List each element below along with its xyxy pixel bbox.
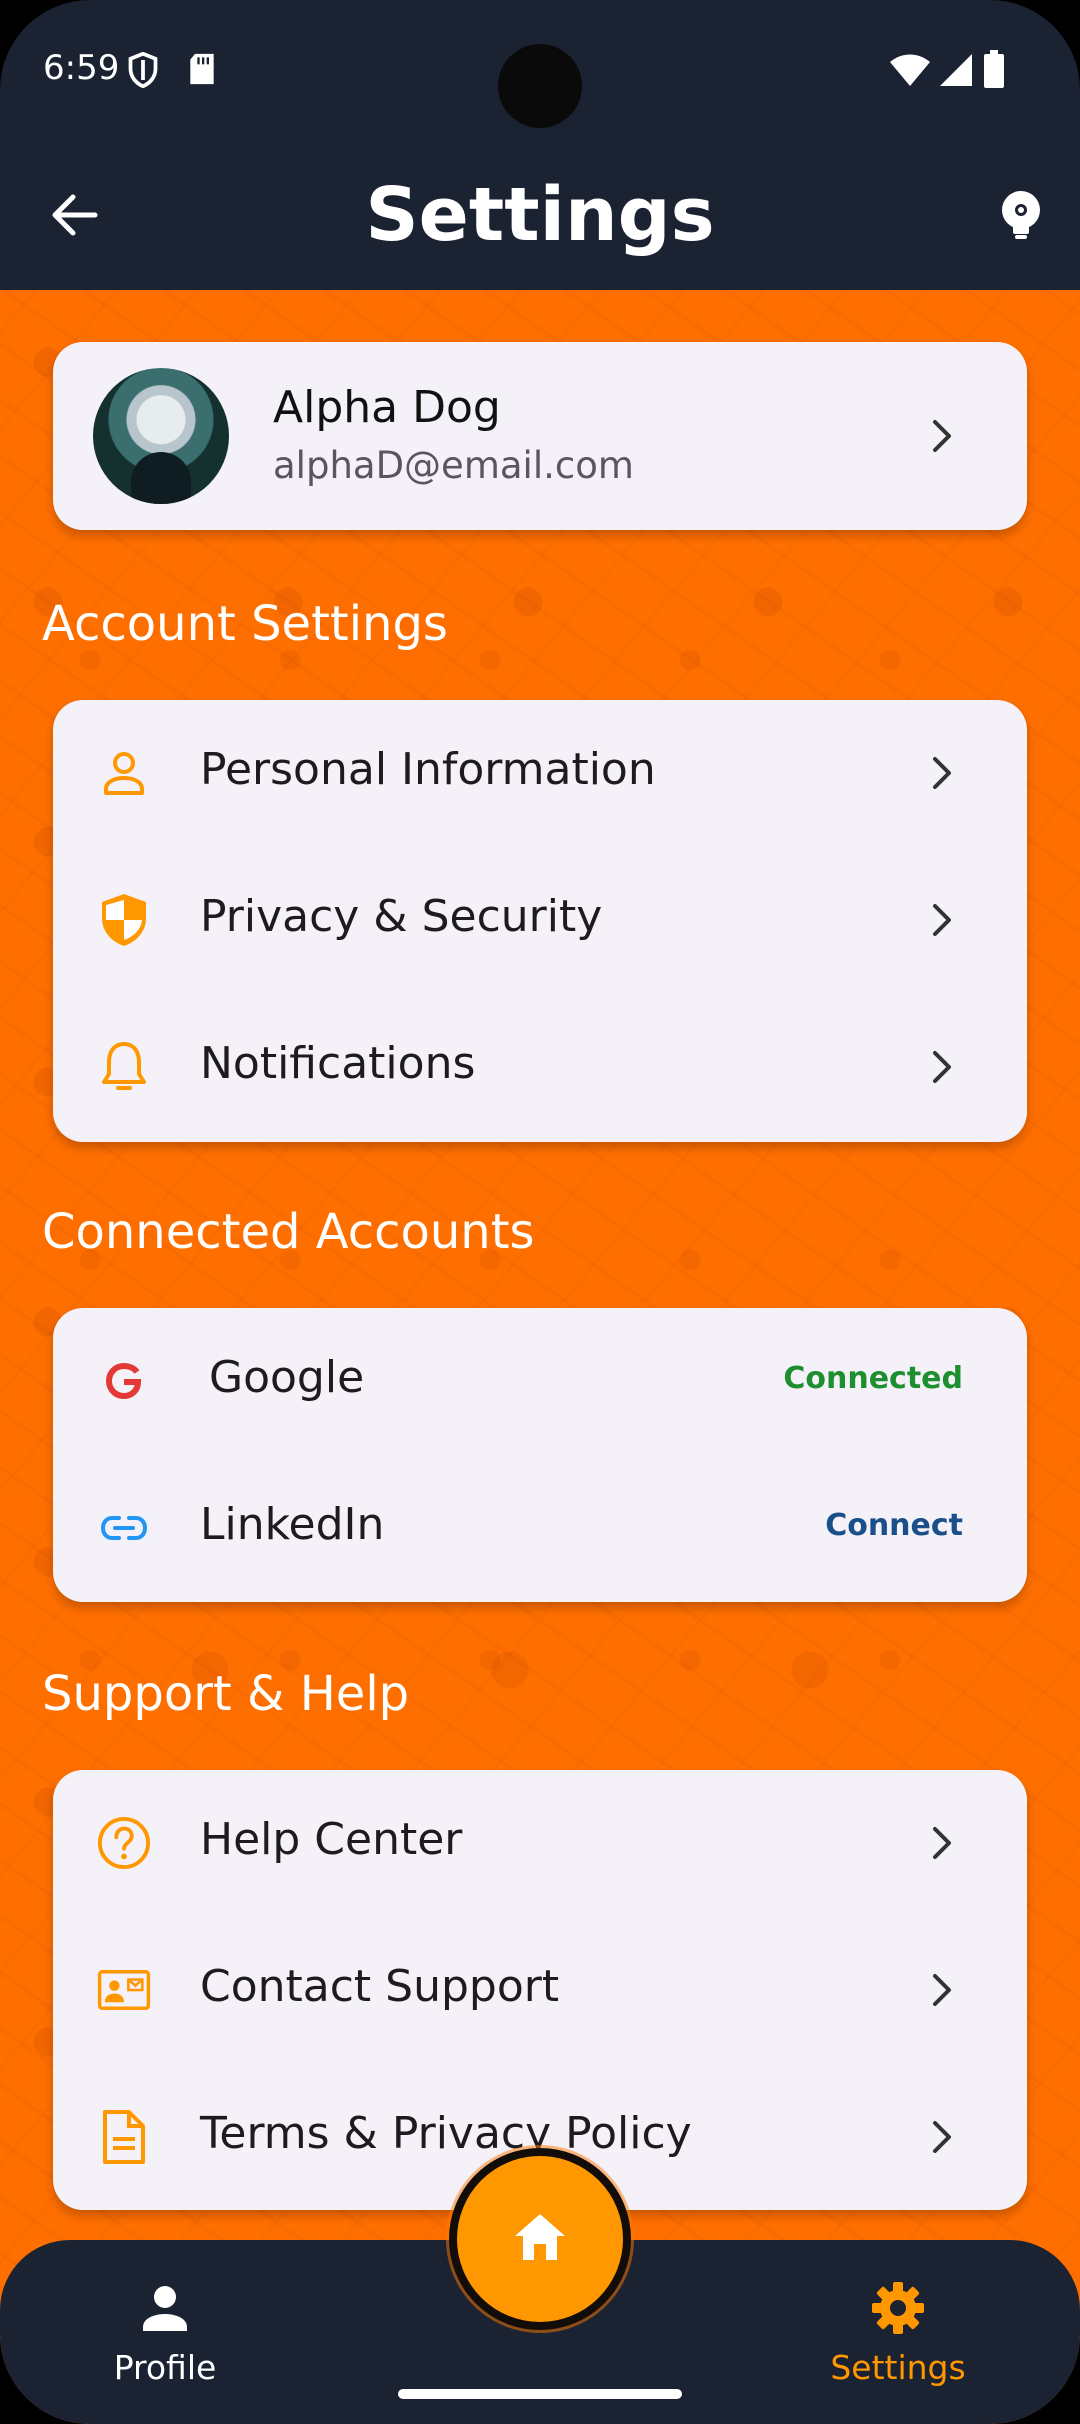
- chevron-right-icon: [925, 756, 959, 790]
- contact-card-icon: [97, 1963, 151, 2017]
- link-icon: [97, 1501, 151, 1555]
- connection-status: Connected: [783, 1361, 963, 1396]
- row-label: LinkedIn: [200, 1499, 385, 1550]
- avatar: [93, 368, 229, 504]
- gear-icon: [798, 2278, 998, 2338]
- sd-card-icon: [188, 52, 216, 90]
- section-title-support: Support & Help: [42, 1666, 410, 1722]
- row-label: Google: [209, 1352, 365, 1403]
- nav-label: Settings: [830, 2348, 966, 2387]
- nav-profile[interactable]: Profile: [65, 2278, 265, 2387]
- home-icon: [513, 2212, 567, 2266]
- chevron-right-icon: [925, 903, 959, 937]
- signal-icon: [940, 54, 972, 90]
- account-settings-card: Personal Information Privacy & Security: [53, 700, 1027, 1142]
- row-label: Contact Support: [200, 1961, 560, 2012]
- profile-name: Alpha Dog: [273, 382, 501, 433]
- person-icon: [97, 746, 151, 800]
- row-personal-information[interactable]: Personal Information: [53, 700, 1027, 846]
- status-time: 6:59: [43, 48, 120, 88]
- row-label: Privacy & Security: [200, 891, 603, 942]
- settings-content: Alpha Dog alphaD@email.com Account Setti…: [0, 290, 1080, 2424]
- chevron-right-icon: [925, 2120, 959, 2154]
- connect-button[interactable]: Connect: [825, 1508, 963, 1543]
- chevron-right-icon: [925, 1973, 959, 2007]
- nav-label: Profile: [113, 2348, 217, 2387]
- row-label: Help Center: [200, 1814, 463, 1865]
- section-title-account: Account Settings: [42, 596, 448, 652]
- row-linkedin[interactable]: LinkedIn Connect: [53, 1455, 1027, 1601]
- chevron-right-icon: [925, 419, 959, 453]
- document-icon: [97, 2110, 151, 2164]
- help-circle-icon: [97, 1816, 151, 1870]
- row-contact-support[interactable]: Contact Support: [53, 1917, 1027, 2063]
- row-google[interactable]: Google Connected: [53, 1308, 1027, 1454]
- row-label: Personal Information: [200, 744, 656, 795]
- chevron-right-icon: [925, 1050, 959, 1084]
- chevron-right-icon: [925, 1826, 959, 1860]
- google-icon: [97, 1354, 151, 1408]
- page-title: Settings: [365, 172, 715, 258]
- gesture-bar: [398, 2389, 682, 2399]
- row-notifications[interactable]: Notifications: [53, 994, 1027, 1140]
- row-privacy-security[interactable]: Privacy & Security: [53, 847, 1027, 993]
- row-help-center[interactable]: Help Center: [53, 1770, 1027, 1916]
- nav-settings[interactable]: Settings: [798, 2278, 998, 2387]
- shield-icon: [128, 51, 158, 92]
- row-label: Notifications: [200, 1038, 476, 1089]
- status-bar: 6:59: [0, 0, 1080, 140]
- profile-email: alphaD@email.com: [273, 444, 634, 487]
- camera-cutout: [498, 44, 582, 128]
- lightbulb-gear-icon: [999, 190, 1043, 244]
- battery-icon: [984, 50, 1004, 92]
- section-title-connected: Connected Accounts: [42, 1204, 535, 1260]
- theme-toggle-button[interactable]: [986, 182, 1056, 252]
- top-app-bar: Settings: [0, 140, 1080, 290]
- person-icon: [65, 2278, 265, 2338]
- profile-card[interactable]: Alpha Dog alphaD@email.com: [53, 342, 1027, 530]
- connected-accounts-card: Google Connected LinkedIn Connect: [53, 1308, 1027, 1602]
- row-label: Terms & Privacy Policy: [200, 2108, 692, 2159]
- home-button[interactable]: [449, 2148, 631, 2330]
- bell-icon: [97, 1040, 151, 1094]
- shield-icon: [97, 893, 151, 947]
- wifi-icon: [890, 54, 930, 90]
- support-help-card: Help Center Contact Support Terms & Priv: [53, 1770, 1027, 2210]
- device-frame: 6:59 Settings Alpha Dog alphaD@email.com…: [0, 0, 1080, 2424]
